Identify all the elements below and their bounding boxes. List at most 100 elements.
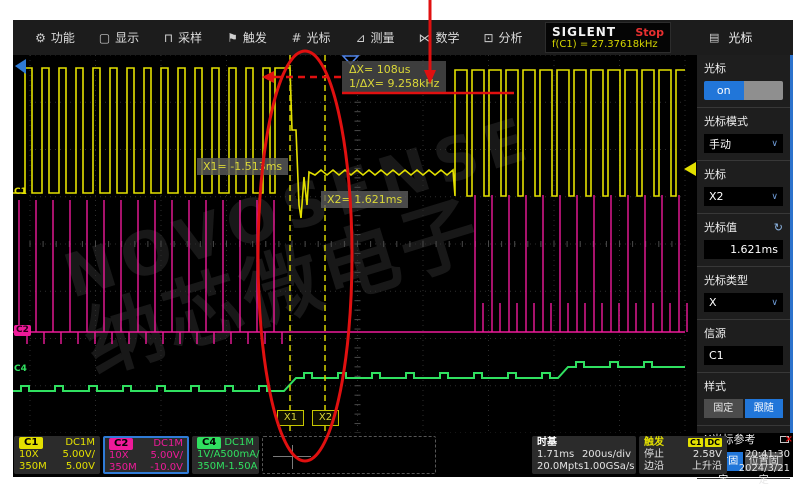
cursor-type-dropdown[interactable]: X ∨	[704, 293, 783, 312]
measure-icon: ⊿	[355, 31, 365, 45]
scale-value: 5.00V/	[151, 450, 183, 462]
trigger-type: 边沿	[644, 461, 664, 473]
clock-time: 20:41:30	[732, 449, 790, 460]
sidebar-header-cursors[interactable]: ▤ 光标	[697, 20, 793, 55]
trigger-frequency-readout: f(C1) = 27.37618kHz	[552, 39, 664, 50]
chevron-down-icon: ∨	[771, 298, 778, 308]
menu-item-trigger[interactable]: ⚑ 触发	[215, 20, 279, 55]
probe-value: 10X	[109, 450, 129, 462]
clock-box: × 20:41:30 2024/3/21	[730, 436, 792, 474]
menu-item-math[interactable]: ⋈ 数学	[407, 20, 471, 55]
cursor-grid-icon: #	[291, 31, 301, 45]
empty-channel-slot[interactable]	[262, 436, 436, 474]
probe-value: 1V/A	[197, 449, 220, 461]
cursor-select-dropdown[interactable]: X2 ∨	[704, 187, 783, 206]
siglent-logo: SIGLENT	[552, 25, 616, 39]
offset-value: 5.00V	[66, 461, 95, 473]
waveform-canvas	[13, 55, 697, 433]
timebase-box[interactable]: 时基 1.71ms200us/div 20.0Mpts1.00GSa/s	[532, 436, 636, 474]
cursor-mode-label: 光标模式	[704, 113, 748, 129]
source-label: 信源	[704, 325, 726, 341]
timebase-scale: 200us/div	[582, 449, 631, 461]
trigger-level-icon[interactable]	[684, 162, 696, 176]
menu-item-acquire[interactable]: ⊓ 采样	[151, 20, 215, 55]
toggle-off-state[interactable]	[744, 81, 784, 100]
cursors-panel: 光标 on 光标模式 手动 ∨ 光标 X2	[697, 55, 793, 433]
offset-value: -1.50A	[225, 461, 258, 473]
channel-marker-c2[interactable]: C2	[14, 325, 31, 336]
timebase-label: 时基	[537, 437, 557, 449]
timebase-delay: 1.71ms	[537, 449, 574, 461]
cursor-mode-value: 手动	[709, 136, 731, 152]
menu-label: 测量	[371, 29, 395, 46]
trigger-level: 2.58V	[693, 449, 722, 461]
cursor-x1-handle[interactable]: X1	[277, 410, 304, 426]
cursor-x2-handle[interactable]: X2	[312, 410, 339, 426]
menu-label: 采样	[178, 29, 202, 46]
scale-value: 5.00V/	[63, 449, 95, 461]
menu-label: 分析	[499, 29, 523, 46]
style-option-fixed[interactable]: 固定	[704, 399, 743, 418]
clock-date: 2024/3/21	[732, 463, 790, 474]
menu-label: 显示	[115, 29, 139, 46]
status-bar: C1DC1M 10X5.00V/ 350M5.00V C2DC1M 10X5.0…	[13, 433, 793, 477]
trigger-mode: 停止	[644, 449, 664, 461]
channel-marker-c1[interactable]: C1	[14, 187, 27, 198]
style-label: 样式	[704, 378, 726, 394]
channel-box-c1[interactable]: C1DC1M 10X5.00V/ 350M5.00V	[14, 436, 100, 474]
menu-item-display[interactable]: ▢ 显示	[87, 20, 151, 55]
menu-label: 光标	[307, 29, 331, 46]
waveform-display[interactable]: NOVOSENSE 纳芯微电子 ΔX= 108us 1/ΔX= 9.258kHz…	[13, 55, 697, 433]
cursors-on-off-toggle[interactable]: on	[704, 81, 783, 100]
menu-item-measure[interactable]: ⊿ 测量	[343, 20, 407, 55]
coupling-value: DC1M	[65, 437, 95, 449]
refresh-icon[interactable]: ↻	[774, 221, 783, 234]
sidebar-title: 光标	[728, 29, 752, 46]
cursors-toggle-label: 光标	[704, 60, 726, 76]
toggle-on-state[interactable]: on	[704, 81, 744, 100]
channel-box-c4[interactable]: C4DC1M 1V/A500mA/ 350M-1.50A	[192, 436, 259, 474]
bandwidth-value: 350M	[19, 461, 47, 473]
menu-item-utility[interactable]: ⚙ 功能	[23, 20, 87, 55]
menu-label: 触发	[243, 29, 267, 46]
channel-badge: C4	[197, 437, 221, 449]
menu-item-cursors[interactable]: # 光标	[279, 20, 343, 55]
menu-item-analysis[interactable]: ⊡ 分析	[471, 20, 535, 55]
menu-label: 数学	[435, 29, 459, 46]
oscilloscope-screen: ⚙ 功能 ▢ 显示 ⊓ 采样 ⚑ 触发 # 光标 ⊿ 测量	[13, 20, 793, 477]
source-field[interactable]: C1	[704, 346, 783, 365]
crosshair-marker	[292, 445, 293, 469]
menu-bar: ⚙ 功能 ▢ 显示 ⊓ 采样 ⚑ 触发 # 光标 ⊿ 测量	[13, 20, 793, 55]
cursor-value-field[interactable]: 1.621ms	[704, 240, 783, 259]
scale-value: 500mA/	[220, 449, 259, 461]
gear-icon: ⚙	[35, 31, 46, 45]
cursor-mode-dropdown[interactable]: 手动 ∨	[704, 134, 783, 153]
trigger-box[interactable]: 触发C1DC 停止2.58V 边沿上升沿	[639, 436, 727, 474]
trigger-flag-icon: ⚑	[227, 31, 238, 45]
channel-marker-c4[interactable]: C4	[14, 364, 27, 375]
trigger-coupling-badge: DC	[705, 438, 722, 447]
trigger-label: 触发	[644, 437, 664, 449]
trigger-offscreen-left-icon[interactable]	[15, 59, 26, 74]
cursor-delta-readout: ΔX= 108us 1/ΔX= 9.258kHz	[342, 61, 446, 93]
style-option-follow[interactable]: 跟随	[745, 399, 784, 418]
math-icon: ⋈	[418, 31, 430, 45]
acquisition-status: Stop	[635, 26, 664, 39]
cursor-x1-value-label: X1= -1.513ms	[197, 158, 288, 175]
probe-value: 10X	[19, 449, 39, 461]
style-segmented-control: 固定 跟随	[704, 399, 783, 418]
inverse-delta-x-value: 1/ΔX= 9.258kHz	[349, 77, 439, 91]
menu-label: 功能	[51, 29, 75, 46]
analysis-icon: ⊡	[483, 31, 493, 45]
chevron-down-icon: ∨	[771, 139, 778, 149]
brand-status-box: SIGLENT Stop f(C1) = 27.37618kHz	[545, 22, 671, 53]
chevron-down-icon: ∨	[771, 192, 778, 202]
channel-box-c2[interactable]: C2DC1M 10X5.00V/ 350M-10.0V	[103, 436, 189, 474]
offset-value: -10.0V	[150, 462, 183, 474]
memory-depth: 20.0Mpts	[537, 461, 583, 473]
cursor-value-label: 光标值	[704, 219, 737, 235]
cursor-type-label: 光标类型	[704, 272, 748, 288]
coupling-value: DC1M	[153, 438, 183, 450]
bandwidth-value: 350M	[109, 462, 137, 474]
display-icon: ▢	[99, 31, 110, 45]
